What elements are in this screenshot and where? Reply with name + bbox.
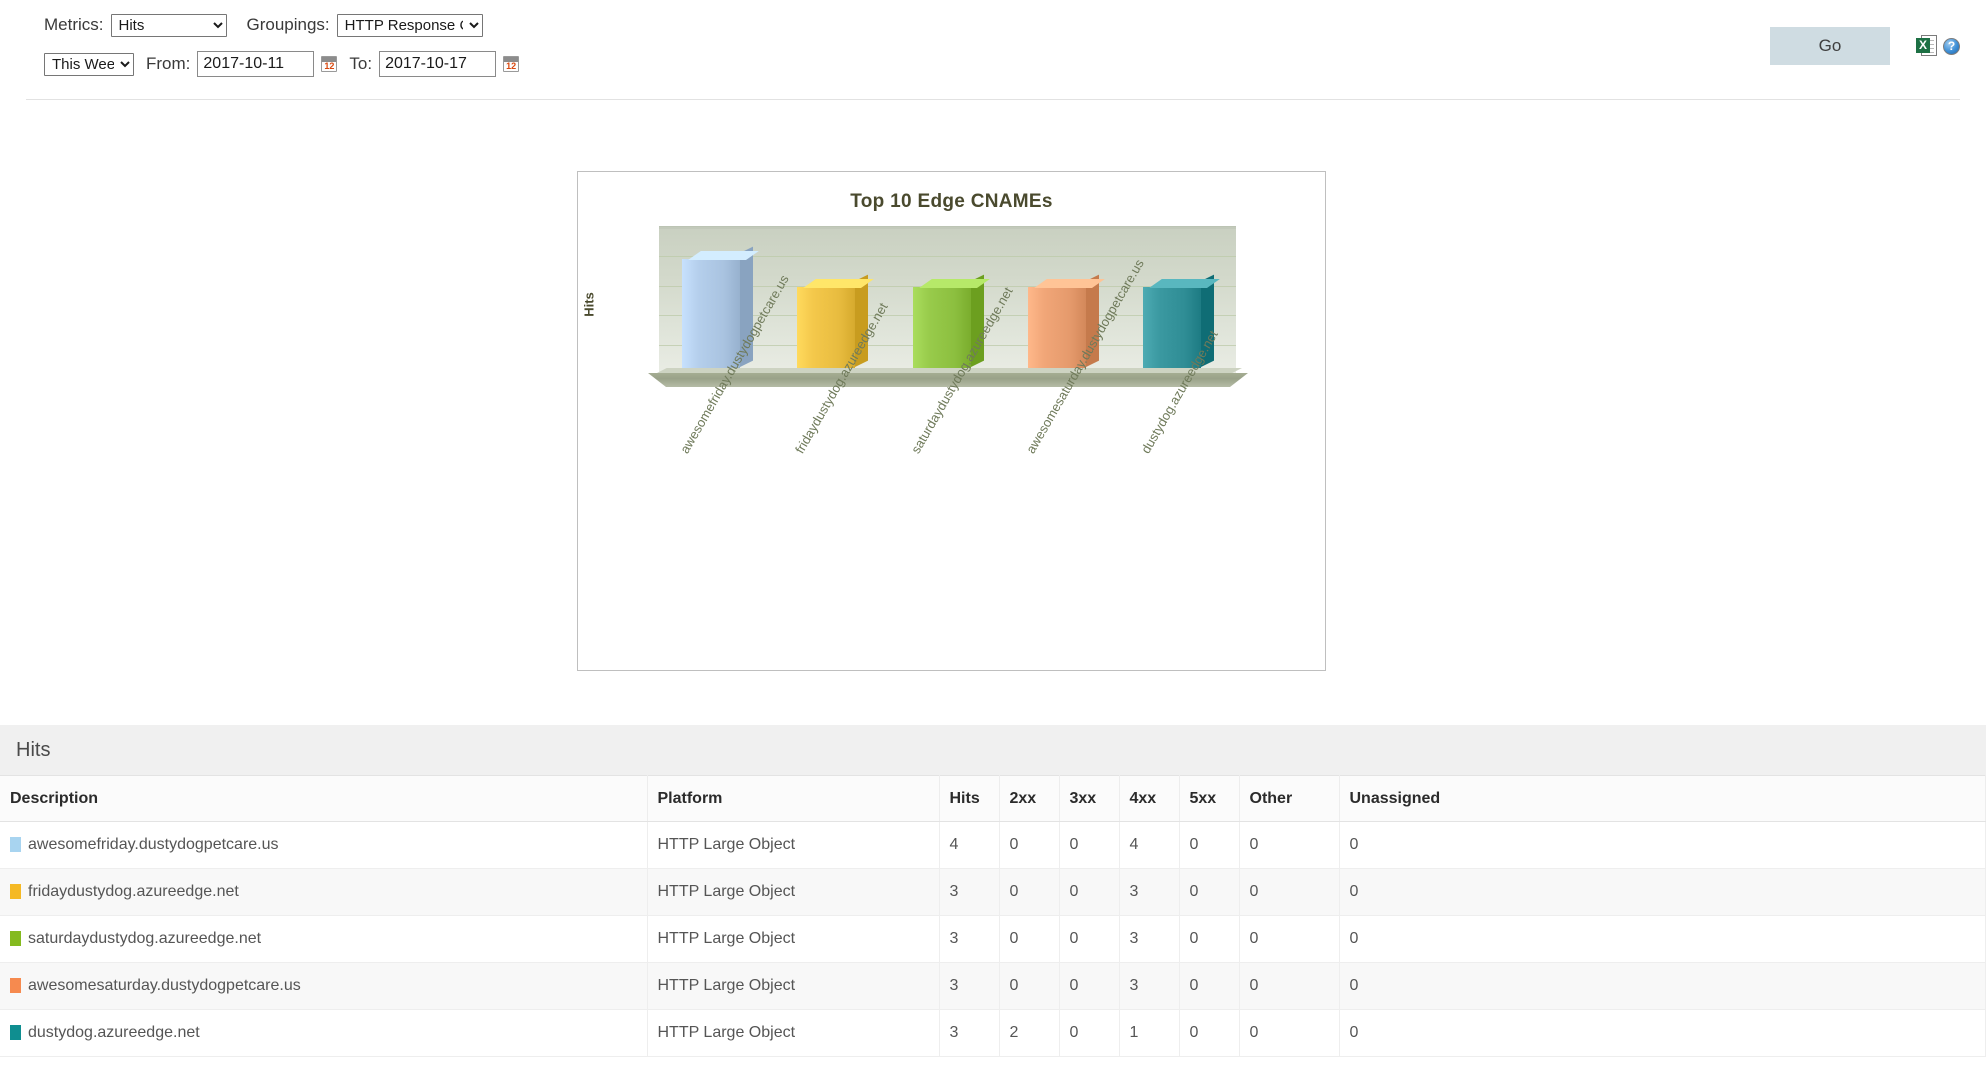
series-color-swatch [10, 884, 21, 899]
cell-5xx: 0 [1179, 821, 1240, 869]
cell-5xx: 0 [1179, 868, 1240, 916]
cell-description: saturdaydustydog.azureedge.net [0, 915, 648, 963]
excel-x-badge: X [1916, 37, 1930, 53]
column-header-hits[interactable]: Hits [939, 775, 1000, 822]
cell-platform: HTTP Large Object [647, 868, 940, 916]
column-header-unassigned[interactable]: Unassigned [1339, 775, 1986, 822]
cell-4xx: 3 [1119, 962, 1180, 1010]
series-color-swatch [10, 931, 21, 946]
cell-2xx: 0 [999, 915, 1060, 963]
series-color-swatch [10, 1025, 21, 1040]
cell-4xx: 3 [1119, 868, 1180, 916]
cell-3xx: 0 [1059, 868, 1120, 916]
table-body: awesomefriday.dustydogpetcare.us HTTP Lar… [0, 821, 1986, 1057]
cell-unassigned: 0 [1339, 1009, 1986, 1057]
cell-hits: 3 [939, 1009, 1000, 1057]
help-icon[interactable]: ? [1943, 37, 1960, 55]
to-date-input[interactable] [379, 51, 497, 77]
cell-unassigned: 0 [1339, 915, 1986, 963]
cell-3xx: 0 [1059, 1009, 1120, 1057]
groupings-label: Groupings: [246, 15, 330, 34]
cell-description: awesomesaturday.dustydogpetcare.us [0, 962, 648, 1010]
hits-section-header: Hits [0, 725, 1986, 775]
cell-2xx: 0 [999, 821, 1060, 869]
cell-other: 0 [1239, 868, 1340, 916]
description-text: awesomesaturday.dustydogpetcare.us [28, 977, 301, 994]
series-color-swatch [10, 978, 21, 993]
column-header-3xx[interactable]: 3xx [1059, 775, 1120, 822]
cell-5xx: 0 [1179, 915, 1240, 963]
cell-5xx: 0 [1179, 962, 1240, 1010]
cell-other: 0 [1239, 821, 1340, 869]
cell-unassigned: 0 [1339, 821, 1986, 869]
hits-data-table: Description Platform Hits 2xx 3xx 4xx 5x… [0, 775, 1986, 1057]
cell-hits: 4 [939, 821, 1000, 869]
cell-2xx: 0 [999, 868, 1060, 916]
description-text: dustydog.azureedge.net [28, 1024, 200, 1041]
cell-unassigned: 0 [1339, 962, 1986, 1010]
go-button[interactable]: Go [1770, 27, 1890, 65]
cell-hits: 3 [939, 962, 1000, 1010]
series-color-swatch [10, 837, 21, 852]
to-label: To: [349, 54, 373, 73]
chart-title: Top 10 Edge CNAMEs [850, 191, 1053, 212]
table-row[interactable]: awesomefriday.dustydogpetcare.us HTTP Lar… [0, 821, 1986, 869]
cell-2xx: 2 [999, 1009, 1060, 1057]
groupings-select[interactable]: HTTP Response Codes [336, 13, 483, 37]
cell-4xx: 3 [1119, 915, 1180, 963]
cell-4xx: 4 [1119, 821, 1180, 869]
cell-hits: 3 [939, 868, 1000, 916]
cell-description: fridaydustydog.azureedge.net [0, 868, 648, 916]
description-text: fridaydustydog.azureedge.net [28, 883, 239, 900]
cell-platform: HTTP Large Object [647, 1009, 940, 1057]
toolbar-row-metrics: Metrics: Hits Groupings: HTTP Response C… [44, 10, 1986, 40]
from-date-input[interactable] [197, 51, 315, 77]
metrics-select[interactable]: Hits [110, 13, 227, 37]
column-header-5xx[interactable]: 5xx [1179, 775, 1240, 822]
hits-section-title: Hits [16, 739, 51, 761]
cell-3xx: 0 [1059, 821, 1120, 869]
column-header-other[interactable]: Other [1239, 775, 1340, 822]
cell-other: 0 [1239, 1009, 1340, 1057]
metrics-label: Metrics: [44, 15, 104, 34]
cell-unassigned: 0 [1339, 868, 1986, 916]
column-header-2xx[interactable]: 2xx [999, 775, 1060, 822]
excel-export-icon[interactable]: X [1916, 34, 1937, 58]
toolbar-actions: Go X ? [1770, 27, 1960, 65]
column-header-description[interactable]: Description [0, 775, 648, 822]
cell-description: dustydog.azureedge.net [0, 1009, 648, 1057]
column-header-4xx[interactable]: 4xx [1119, 775, 1180, 822]
calendar-icon-from[interactable] [321, 56, 338, 72]
cell-4xx: 1 [1119, 1009, 1180, 1057]
cell-other: 0 [1239, 915, 1340, 963]
table-row[interactable]: awesomesaturday.dustydogpetcare.us HTTP L… [0, 962, 1986, 1010]
table-head: Description Platform Hits 2xx 3xx 4xx 5x… [0, 775, 1986, 822]
calendar-icon-to[interactable] [503, 56, 520, 72]
chart-y-axis-label: Hits [581, 292, 597, 317]
cell-platform: HTTP Large Object [647, 915, 940, 963]
cell-2xx: 0 [999, 962, 1060, 1010]
from-label: From: [146, 54, 191, 73]
table-row[interactable]: saturdaydustydog.azureedge.net HTTP Large… [0, 915, 1986, 963]
toolbar-row-daterange: This Week From: To: [44, 49, 1986, 79]
description-text: awesomefriday.dustydogpetcare.us [28, 836, 279, 853]
report-toolbar: Metrics: Hits Groupings: HTTP Response C… [0, 0, 1986, 100]
cell-3xx: 0 [1059, 915, 1120, 963]
column-header-platform[interactable]: Platform [647, 775, 940, 822]
cell-hits: 3 [939, 915, 1000, 963]
cell-description: awesomefriday.dustydogpetcare.us [0, 821, 648, 869]
cell-platform: HTTP Large Object [647, 821, 940, 869]
cell-other: 0 [1239, 962, 1340, 1010]
table-row[interactable]: dustydog.azureedge.net HTTP Large Object 3… [0, 1009, 1986, 1057]
cell-platform: HTTP Large Object [647, 962, 940, 1010]
date-range-select[interactable]: This Week [44, 52, 134, 76]
description-text: saturdaydustydog.azureedge.net [28, 930, 262, 947]
toolbar-divider [26, 99, 1960, 100]
cell-3xx: 0 [1059, 962, 1120, 1010]
table-row[interactable]: fridaydustydog.azureedge.net HTTP Large O… [0, 868, 1986, 916]
chart-card: Top 10 Edge CNAMEs Hits awesomefriday.du… [577, 171, 1326, 671]
cell-5xx: 0 [1179, 1009, 1240, 1057]
table-header-row: Description Platform Hits 2xx 3xx 4xx 5x… [0, 775, 1986, 822]
